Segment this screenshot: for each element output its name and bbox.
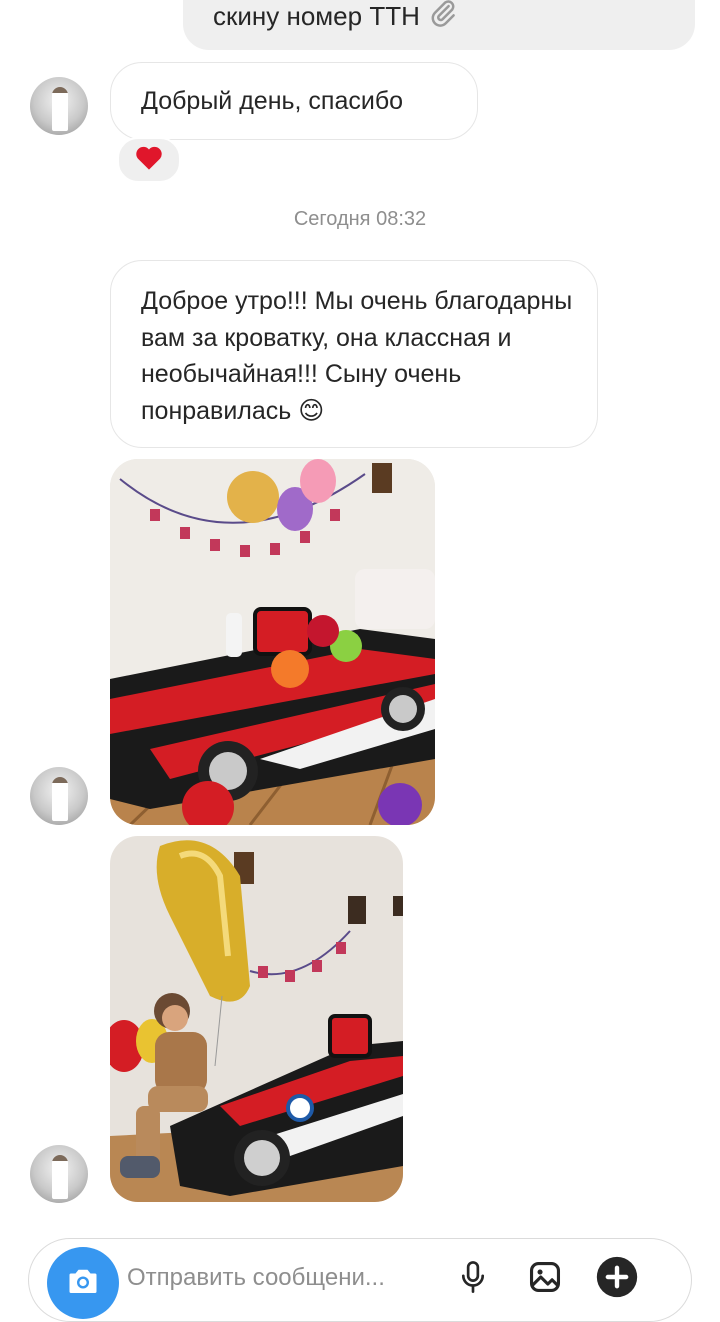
incoming-message-text: Добрый день, спасибо <box>141 87 404 115</box>
outgoing-message-bubble[interactable]: скину номер ТТН <box>183 0 695 50</box>
microphone-button[interactable] <box>451 1257 495 1301</box>
date-separator: Сегодня 08:32 <box>293 208 427 230</box>
camera-icon <box>65 1263 101 1304</box>
avatar[interactable] <box>30 1145 88 1203</box>
microphone-icon <box>458 1260 488 1299</box>
reaction-badge[interactable] <box>117 137 181 183</box>
camera-button[interactable] <box>47 1247 119 1319</box>
gallery-button[interactable] <box>523 1257 567 1301</box>
avatar[interactable] <box>30 767 88 825</box>
message-photo[interactable] <box>110 836 403 1202</box>
incoming-message-text: Доброе утро!!! Мы очень благодарны вам з… <box>141 287 573 425</box>
heart-icon <box>135 145 163 176</box>
avatar[interactable] <box>30 77 88 135</box>
gallery-icon <box>528 1260 562 1299</box>
message-composer <box>28 1238 692 1322</box>
message-photo[interactable] <box>110 459 435 825</box>
more-button[interactable] <box>595 1255 639 1304</box>
plus-icon <box>595 1255 639 1304</box>
incoming-message-bubble[interactable]: Доброе утро!!! Мы очень благодарны вам з… <box>110 260 598 448</box>
paperclip-icon <box>428 0 458 35</box>
incoming-message-bubble[interactable]: Добрый день, спасибо <box>110 62 478 140</box>
outgoing-message-text: скину номер ТТН <box>213 1 420 31</box>
message-input[interactable] <box>125 1263 449 1293</box>
